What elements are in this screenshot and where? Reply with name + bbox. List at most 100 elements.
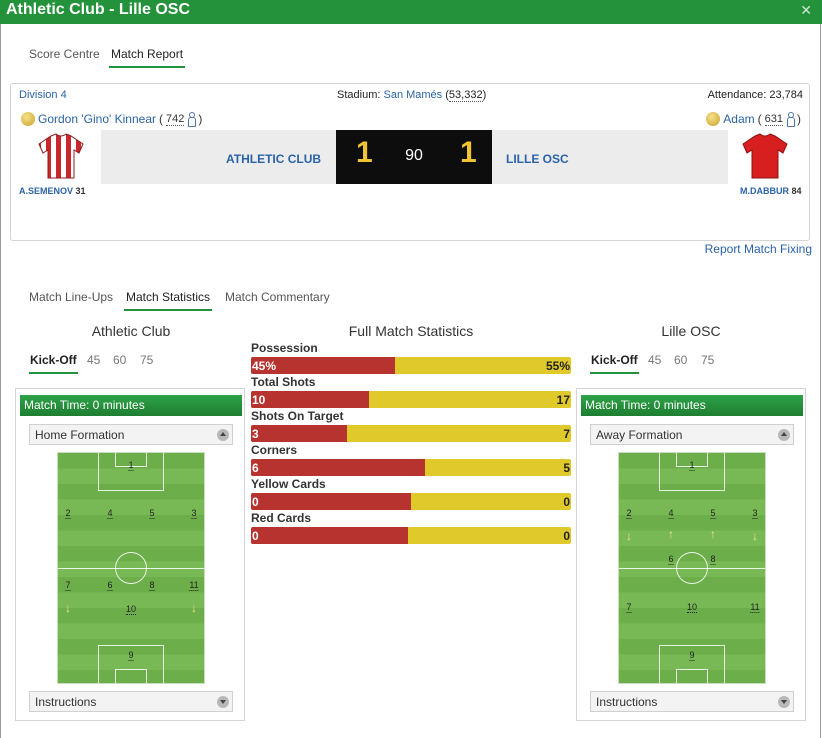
away-player-position[interactable]: 8 <box>710 554 716 565</box>
home-manager: Gordon 'Gino' Kinnear (742 ) <box>21 112 202 127</box>
home-player-position[interactable]: 8 <box>149 580 155 591</box>
away-player-position[interactable]: 2 <box>626 508 632 519</box>
home-team-name[interactable]: ATHLETIC CLUB <box>226 152 321 166</box>
away-team-name[interactable]: LILLE OSC <box>506 152 569 166</box>
expand-icon[interactable] <box>778 696 790 708</box>
stat-bar: 37 <box>251 425 571 442</box>
stat-bar: 00 <box>251 527 571 544</box>
stat-bar: 45% 55% <box>251 357 571 374</box>
away-pitch: 1 2 4 5 3 ↓ ↑ ↑ ↓ 6 8 7 10 11 9 <box>618 452 766 684</box>
goal-box-bottom <box>676 669 708 683</box>
arrow-up-icon: ↑ <box>710 527 716 541</box>
home-player-position[interactable]: 1 <box>128 460 134 471</box>
arrow-down-icon: ↓ <box>65 601 71 615</box>
division-link[interactable]: Division 4 <box>19 89 67 101</box>
away-formation-dropdown[interactable]: Away Formation <box>590 424 794 445</box>
home-player-position[interactable]: 10 <box>125 604 137 615</box>
collapse-icon[interactable] <box>217 429 229 441</box>
home-player-position[interactable]: 2 <box>65 508 71 519</box>
home-team-heading: Athletic Club <box>91 323 171 339</box>
stat-row: Yellow Cards 0 0 <box>251 477 571 510</box>
away-tab-60[interactable]: 60 <box>674 353 687 367</box>
away-scorer[interactable]: M.DABBUR 84 <box>740 186 802 196</box>
away-player-position[interactable]: 10 <box>686 602 698 613</box>
arrow-up-icon: ↑ <box>668 527 674 541</box>
away-score: 1 <box>460 136 477 169</box>
window-titlebar: Athletic Club - Lille OSC ✕ <box>0 0 822 24</box>
tab-match-statistics[interactable]: Match Statistics <box>123 290 213 311</box>
home-manager-link[interactable]: Gordon 'Gino' Kinnear <box>38 112 156 126</box>
stat-away-value: 7 <box>563 427 570 441</box>
away-formation-panel: Match Time: 0 minutes Away Formation 1 2… <box>576 388 806 721</box>
home-formation-dropdown[interactable]: Home Formation <box>29 424 233 445</box>
home-player-position[interactable]: 5 <box>149 508 155 519</box>
stat-label: Shots On Target <box>251 409 344 423</box>
away-match-time: Match Time: 0 minutes <box>581 395 803 416</box>
tab-match-report[interactable]: Match Report <box>108 47 186 68</box>
stat-away-value: 0 <box>563 495 570 509</box>
stadium-capacity: 53,332 <box>448 89 483 102</box>
away-player-position[interactable]: 11 <box>750 602 760 613</box>
away-player-position[interactable]: 1 <box>689 460 695 471</box>
home-player-position[interactable]: 4 <box>107 508 113 519</box>
home-tab-45[interactable]: 45 <box>87 353 100 367</box>
stat-bar-home <box>251 425 347 442</box>
stat-label: Yellow Cards <box>251 477 326 491</box>
home-player-position[interactable]: 11 <box>189 580 199 591</box>
home-player-position[interactable]: 9 <box>128 650 134 661</box>
manager-figure-icon <box>786 112 795 127</box>
home-shirt-icon <box>38 133 84 179</box>
tab-match-commentary[interactable]: Match Commentary <box>225 290 330 304</box>
home-formation-panel: Match Time: 0 minutes Home Formation 1 2… <box>15 388 245 721</box>
home-tab-75[interactable]: 75 <box>140 353 153 367</box>
home-match-time: Match Time: 0 minutes <box>20 395 242 416</box>
away-manager-link[interactable]: Adam <box>723 112 754 126</box>
away-player-position[interactable]: 4 <box>668 508 674 519</box>
home-instructions-label: Instructions <box>35 695 97 709</box>
away-player-position[interactable]: 6 <box>668 554 674 565</box>
report-match-fixing-link[interactable]: Report Match Fixing <box>705 242 812 256</box>
home-player-position[interactable]: 7 <box>65 580 71 591</box>
manager-coin-icon <box>21 112 35 126</box>
stat-row: Total Shots 10 17 <box>251 375 571 408</box>
home-player-position[interactable]: 6 <box>107 580 113 591</box>
stat-row: Shots On Target 3 7 <box>251 409 571 442</box>
home-tab-kickoff[interactable]: Kick-Off <box>29 353 78 374</box>
stat-row: Possession 45% 55% <box>251 341 571 374</box>
goal-box-bottom <box>115 669 147 683</box>
stat-home-value: 0 <box>252 529 259 543</box>
centre-circle <box>676 552 708 584</box>
close-icon[interactable]: ✕ <box>800 2 812 19</box>
away-instructions-dropdown[interactable]: Instructions <box>590 691 794 712</box>
away-player-position[interactable]: 7 <box>626 602 632 613</box>
home-player-position[interactable]: 3 <box>191 508 197 519</box>
collapse-icon[interactable] <box>778 429 790 441</box>
stat-home-value: 10 <box>252 393 266 407</box>
away-tab-75[interactable]: 75 <box>701 353 714 367</box>
stat-label: Red Cards <box>251 511 312 525</box>
dialog-border-right <box>820 24 821 738</box>
home-instructions-dropdown[interactable]: Instructions <box>29 691 233 712</box>
tab-match-lineups[interactable]: Match Line-Ups <box>29 290 113 304</box>
away-player-position[interactable]: 9 <box>689 650 695 661</box>
stat-away-value: 17 <box>556 393 570 407</box>
home-pitch: 1 2 4 5 3 7 6 8 11 10 9 ↓ ↓ <box>57 452 205 684</box>
home-tab-60[interactable]: 60 <box>113 353 126 367</box>
score-box: 1 90 1 <box>336 130 492 184</box>
scoreboard: ATHLETIC CLUB 1 90 1 LILLE OSC <box>101 130 728 184</box>
expand-icon[interactable] <box>217 696 229 708</box>
away-tab-45[interactable]: 45 <box>648 353 661 367</box>
stat-bar-home <box>251 459 426 476</box>
home-scorer[interactable]: A.SEMENOV 31 <box>19 186 86 196</box>
away-tab-kickoff[interactable]: Kick-Off <box>590 353 639 374</box>
home-formation-label: Home Formation <box>35 428 125 442</box>
dialog-border-left <box>0 24 1 738</box>
away-player-position[interactable]: 3 <box>752 508 758 519</box>
stadium-link[interactable]: San Mamés <box>383 89 442 101</box>
centre-circle <box>115 552 147 584</box>
away-manager-rating: 631 <box>764 112 783 126</box>
stat-home-value: 45% <box>252 359 277 373</box>
away-player-position[interactable]: 5 <box>710 508 716 519</box>
stadium-label: Stadium: <box>337 89 381 101</box>
tab-score-centre[interactable]: Score Centre <box>29 47 100 61</box>
